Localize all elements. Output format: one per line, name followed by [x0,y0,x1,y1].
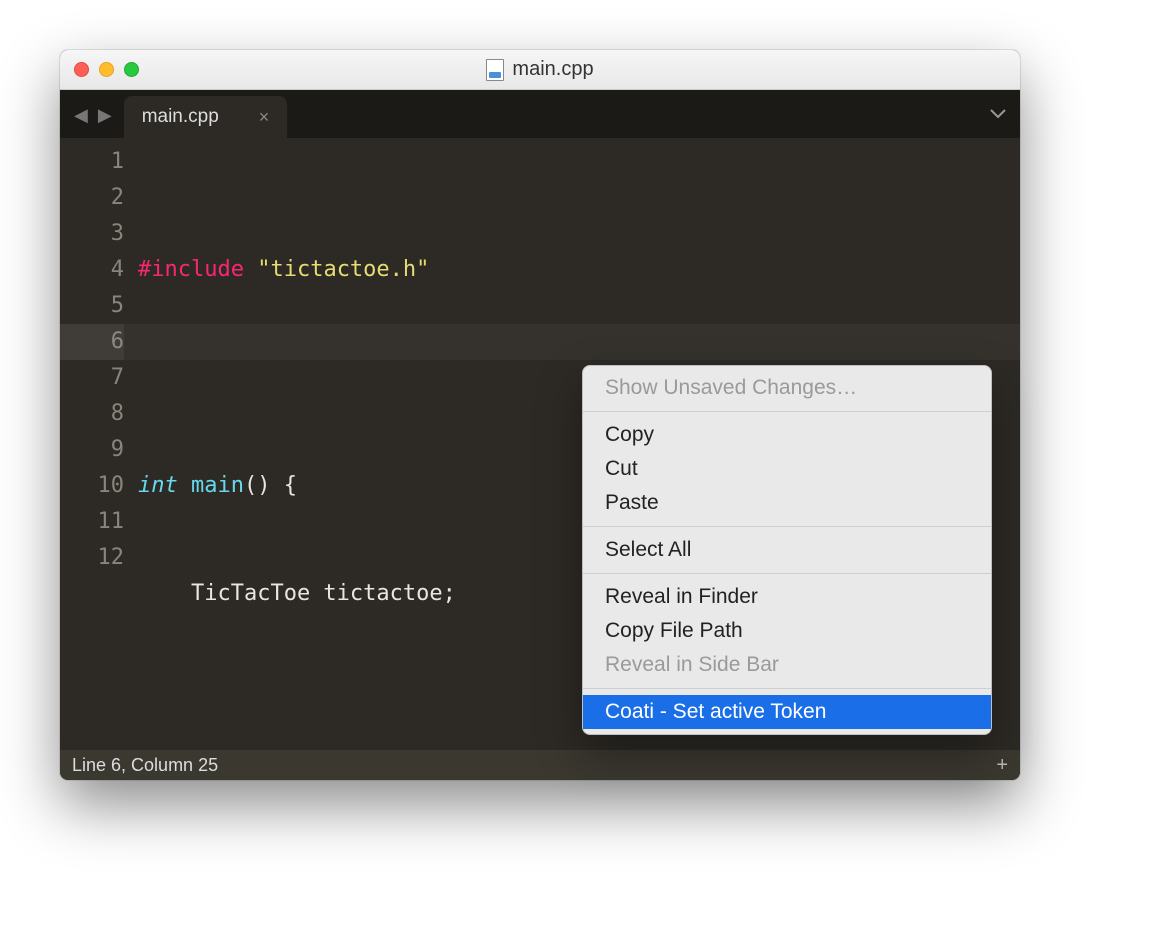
line-number: 9 [60,432,124,468]
menu-separator [583,573,991,574]
current-line-highlight [60,324,1020,360]
zoom-window-button[interactable] [124,62,139,77]
line-number: 10 [60,468,124,504]
cursor-position: Line 6, Column 25 [72,755,218,776]
window-title-area: main.cpp [60,58,1020,81]
menu-paste[interactable]: Paste [583,486,991,520]
line-number: 2 [60,180,124,216]
menu-select-all[interactable]: Select All [583,533,991,567]
titlebar: main.cpp [60,50,1020,90]
menu-copy-file-path[interactable]: Copy File Path [583,614,991,648]
tabs-overflow-icon[interactable] [990,106,1006,124]
nav-arrows: ◀ ▶ [68,105,120,138]
tab-close-icon[interactable]: × [259,107,270,128]
menu-reveal-sidebar[interactable]: Reveal in Side Bar [583,648,991,682]
nav-forward-icon[interactable]: ▶ [98,105,112,126]
tab-label: main.cpp [142,106,219,128]
file-icon [486,59,504,81]
menu-coati-set-token[interactable]: Coati - Set active Token [583,695,991,729]
line-number: 6 [60,324,124,360]
line-number: 3 [60,216,124,252]
status-bar: Line 6, Column 25 + [60,750,1020,780]
line-number: 1 [60,144,124,180]
tab-strip: ◀ ▶ main.cpp × [60,90,1020,138]
menu-cut[interactable]: Cut [583,452,991,486]
new-tab-button[interactable]: + [996,754,1008,777]
window-title: main.cpp [512,58,593,81]
minimize-window-button[interactable] [99,62,114,77]
menu-separator [583,411,991,412]
line-number: 5 [60,288,124,324]
nav-back-icon[interactable]: ◀ [74,105,88,126]
line-gutter: 1 2 3 4 5 6 7 8 9 10 11 12 [60,138,138,750]
menu-separator [583,688,991,689]
line-number: 4 [60,252,124,288]
traffic-lights [74,62,139,77]
tab-main-cpp[interactable]: main.cpp × [124,96,288,138]
menu-reveal-finder[interactable]: Reveal in Finder [583,580,991,614]
line-number: 7 [60,360,124,396]
menu-separator [583,526,991,527]
menu-copy[interactable]: Copy [583,418,991,452]
context-menu: Show Unsaved Changes… Copy Cut Paste Sel… [582,365,992,735]
menu-show-unsaved[interactable]: Show Unsaved Changes… [583,371,991,405]
line-number: 8 [60,396,124,432]
close-window-button[interactable] [74,62,89,77]
line-number: 11 [60,504,124,540]
code-line: #include "tictactoe.h" [138,252,1020,288]
line-number: 12 [60,540,124,576]
